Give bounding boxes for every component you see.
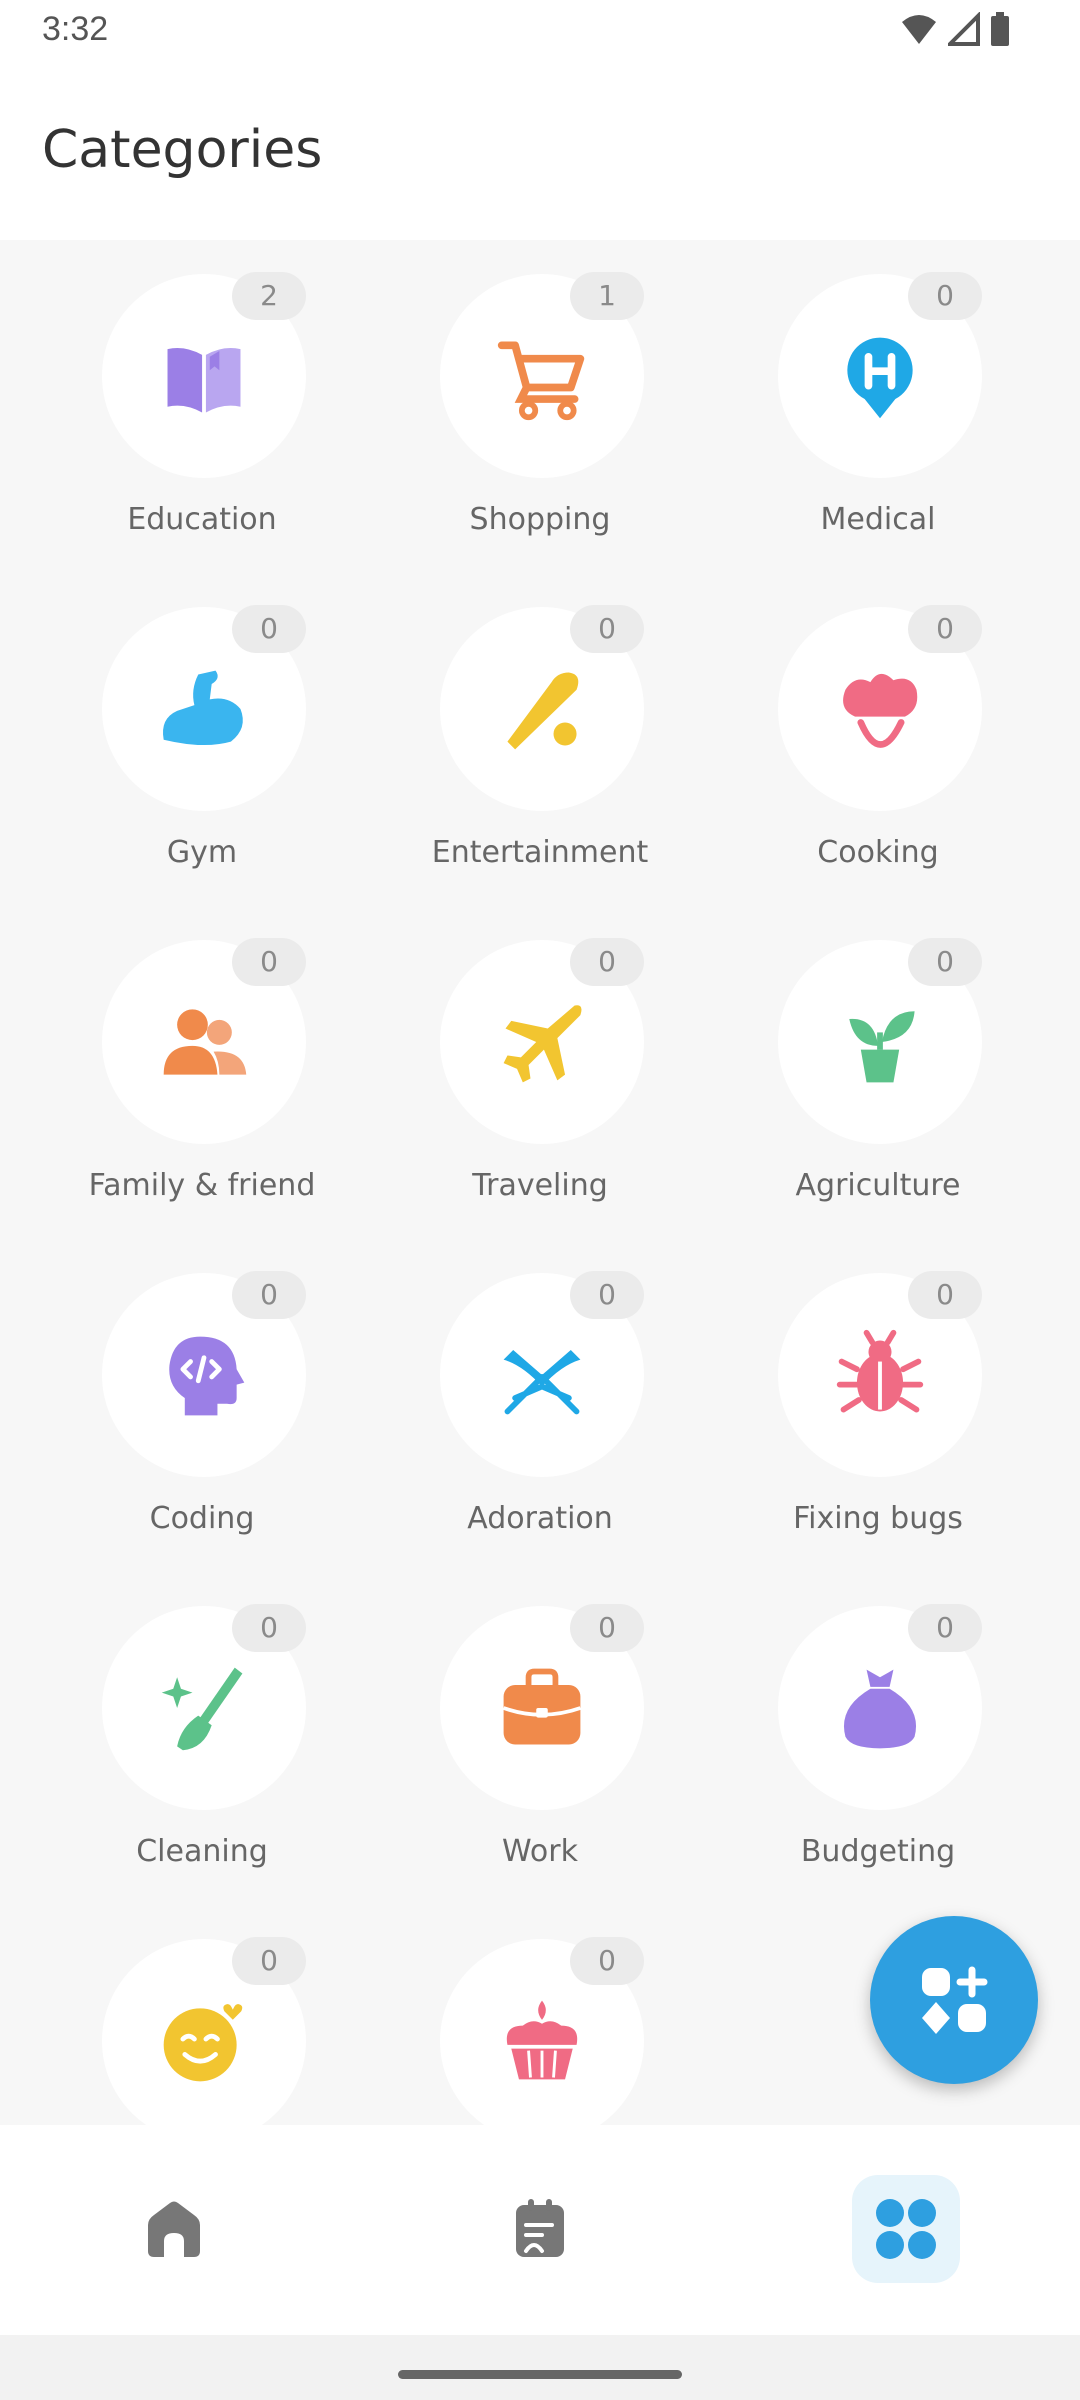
count-badge: 0 xyxy=(570,605,644,653)
notes-icon xyxy=(516,2199,564,2257)
category-gym[interactable]: 0 Gym xyxy=(52,573,352,873)
category-agriculture[interactable]: 0 Agriculture xyxy=(728,906,1028,1206)
category-label: Budgeting xyxy=(800,1834,956,1869)
count-badge: 0 xyxy=(908,272,982,320)
category-label: Medical xyxy=(820,502,936,537)
baseball-bat-icon xyxy=(507,672,579,750)
wifi-icon xyxy=(902,15,936,44)
status-time: 3:32 xyxy=(42,10,109,48)
category-mood[interactable]: 0 xyxy=(52,1905,352,2125)
book-icon xyxy=(167,348,241,413)
count-badge: 0 xyxy=(232,605,306,653)
nav-home[interactable] xyxy=(120,2175,228,2283)
cart-icon xyxy=(497,341,585,421)
category-label: Gym xyxy=(166,835,238,870)
count-badge: 0 xyxy=(908,1604,982,1652)
people-icon xyxy=(163,1009,247,1075)
category-traveling[interactable]: 0 Traveling xyxy=(390,906,690,1206)
count-badge: 0 xyxy=(570,1937,644,1985)
category-label: Shopping xyxy=(469,502,611,537)
category-label: Work xyxy=(502,1834,578,1869)
count-badge: 0 xyxy=(570,1271,644,1319)
category-label: Traveling xyxy=(472,1168,608,1203)
cupcake-icon xyxy=(506,2000,578,2080)
add-category-button[interactable] xyxy=(870,1916,1038,2084)
count-badge: 0 xyxy=(570,1604,644,1652)
category-work[interactable]: 0 Work xyxy=(390,1572,690,1872)
category-cooking[interactable]: 0 Cooking xyxy=(728,573,1028,873)
category-family[interactable]: 0 Family & friend xyxy=(52,906,352,1206)
category-grid[interactable]: 2 Education 1 Shopping 0 Medical 0 Gym 0… xyxy=(0,240,1080,2125)
category-label: Cooking xyxy=(817,835,939,870)
category-education[interactable]: 2 Education xyxy=(52,240,352,540)
nav-categories[interactable] xyxy=(852,2175,960,2283)
category-label: Adoration xyxy=(467,1501,613,1536)
money-bag-icon xyxy=(843,1669,917,1749)
hospital-pin-icon xyxy=(847,337,913,419)
category-entertainment[interactable]: 0 Entertainment xyxy=(390,573,690,873)
category-label: Coding xyxy=(149,1501,255,1536)
category-budgeting[interactable]: 0 Budgeting xyxy=(728,1572,1028,1872)
count-badge: 0 xyxy=(232,1271,306,1319)
category-label: Cleaning xyxy=(136,1834,268,1869)
broom-icon xyxy=(161,1667,243,1751)
count-badge: 2 xyxy=(232,272,306,320)
bug-icon xyxy=(836,1329,924,1413)
muscle-icon xyxy=(162,670,243,746)
count-badge: 0 xyxy=(908,1271,982,1319)
battery-icon xyxy=(991,12,1009,46)
airplane-icon xyxy=(503,1005,582,1083)
cell-signal-icon xyxy=(948,12,980,46)
count-badge: 0 xyxy=(232,1604,306,1652)
gesture-area xyxy=(0,2335,1080,2400)
smile-heart-icon xyxy=(163,2001,246,2082)
count-badge: 1 xyxy=(570,272,644,320)
plant-icon xyxy=(849,1011,915,1083)
header: Categories xyxy=(0,60,1080,240)
status-icons xyxy=(900,12,1010,46)
count-badge: 0 xyxy=(570,938,644,986)
category-adoration[interactable]: 0 Adoration xyxy=(390,1239,690,1539)
category-cupcake[interactable]: 0 xyxy=(390,1905,690,2125)
briefcase-icon xyxy=(502,1668,582,1745)
category-shopping[interactable]: 1 Shopping xyxy=(390,240,690,540)
category-medical[interactable]: 0 Medical xyxy=(728,240,1028,540)
count-badge: 0 xyxy=(908,938,982,986)
category-label: Entertainment xyxy=(431,835,649,870)
category-cleaning[interactable]: 0 Cleaning xyxy=(52,1572,352,1872)
page-title: Categories xyxy=(42,120,323,180)
category-fixing-bugs[interactable]: 0 Fixing bugs xyxy=(728,1239,1028,1539)
status-bar: 3:32 xyxy=(0,0,1080,60)
open-book-icon xyxy=(503,1350,581,1415)
add-category-icon xyxy=(922,1966,988,2034)
chef-hat-icon xyxy=(843,673,918,748)
nav-notes[interactable] xyxy=(486,2175,594,2283)
category-label: Education xyxy=(127,502,277,537)
category-label: Family & friend xyxy=(88,1168,316,1203)
category-label: Fixing bugs xyxy=(793,1501,963,1536)
category-label: Agriculture xyxy=(795,1168,961,1203)
gesture-handle[interactable] xyxy=(398,2370,682,2379)
grid-icon xyxy=(876,2199,936,2259)
code-head-icon xyxy=(169,1336,245,1416)
count-badge: 0 xyxy=(232,1937,306,1985)
count-badge: 0 xyxy=(908,605,982,653)
bottom-navigation xyxy=(0,2125,1080,2335)
count-badge: 0 xyxy=(232,938,306,986)
category-coding[interactable]: 0 Coding xyxy=(52,1239,352,1539)
home-icon xyxy=(148,2201,200,2257)
